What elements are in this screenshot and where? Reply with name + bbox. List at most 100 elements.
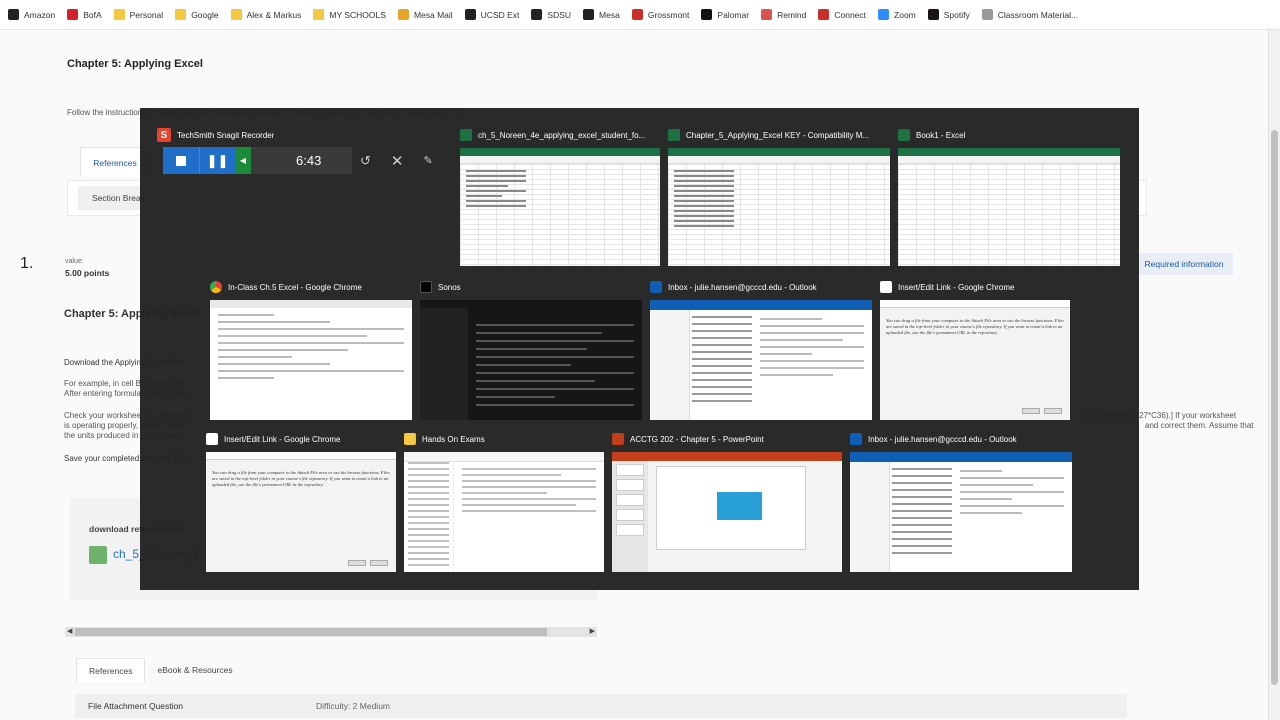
bookmark-label: UCSD Ext bbox=[480, 9, 520, 20]
page-icon bbox=[206, 433, 218, 445]
favicon-icon bbox=[761, 9, 773, 20]
bookmark-connect[interactable]: Connect bbox=[818, 9, 866, 20]
snagit-controls: ❚❚ ◀ 6:43 bbox=[163, 147, 352, 174]
window-excel-book1[interactable]: Book1 - Excel bbox=[898, 126, 1120, 268]
difficulty-label: Difficulty: 2 Medium bbox=[316, 701, 391, 711]
stop-button[interactable] bbox=[163, 147, 199, 174]
question-number: 1. bbox=[20, 255, 34, 272]
bookmark-sdsu[interactable]: SDSU bbox=[531, 9, 571, 20]
restart-icon[interactable]: ↺ bbox=[360, 153, 371, 169]
bookmark-classroom-material[interactable]: Classroom Material... bbox=[981, 9, 1079, 20]
outlook-icon bbox=[650, 281, 662, 293]
page-scrollbar[interactable] bbox=[1268, 30, 1280, 720]
thumbnail-insert-link-1: You can drag a file from your computer t… bbox=[880, 300, 1070, 420]
webcam-icon: ◀ bbox=[239, 156, 247, 165]
value-label: value: bbox=[65, 258, 84, 265]
bookmark-mesa-mail[interactable]: Mesa Mail bbox=[397, 9, 453, 20]
bookmark-label: Amazon bbox=[24, 9, 56, 20]
favicon-icon bbox=[464, 9, 476, 20]
bookmark-spotify[interactable]: Spotify bbox=[927, 9, 970, 20]
excel-file-icon bbox=[89, 546, 107, 564]
powerpoint-icon bbox=[612, 433, 624, 445]
thumbnail-explorer bbox=[404, 452, 604, 572]
bookmark-label: Google bbox=[191, 9, 219, 20]
bookmark-label: Mesa bbox=[599, 9, 620, 20]
scroll-thumb[interactable] bbox=[75, 628, 547, 636]
tab-references[interactable]: References bbox=[76, 658, 146, 682]
stop-icon bbox=[176, 155, 186, 166]
thumbnail-excel-student bbox=[460, 148, 660, 266]
window-excel-key[interactable]: Chapter_5_Applying_Excel KEY - Compatibi… bbox=[668, 126, 890, 268]
thumbnail-outlook-1 bbox=[650, 300, 872, 420]
excel-icon bbox=[668, 129, 680, 141]
window-chrome-insert-link-2[interactable]: Insert/Edit Link - Google Chrome You can… bbox=[206, 430, 396, 572]
tab-ebook-resources[interactable]: eBook & Resources bbox=[145, 658, 244, 682]
snagit-tools: ↺ ✕ ✎ bbox=[360, 147, 433, 174]
favicon-icon bbox=[531, 9, 543, 20]
favicon-icon bbox=[631, 9, 643, 20]
excel-icon bbox=[460, 129, 472, 141]
required-info-button[interactable]: Required information bbox=[1135, 253, 1233, 275]
thumbnail-outlook-2 bbox=[850, 452, 1072, 572]
bookmark-zoom[interactable]: Zoom bbox=[878, 9, 916, 20]
thumbnail-chrome-inclass bbox=[210, 300, 412, 420]
excel-icon bbox=[898, 129, 910, 141]
window-outlook-1[interactable]: Inbox - julie.hansen@gcccd.edu - Outlook bbox=[650, 278, 872, 420]
bookmark-personal[interactable]: Personal bbox=[113, 9, 164, 20]
edit-icon[interactable]: ✎ bbox=[423, 154, 432, 167]
webcam-button[interactable]: ◀ bbox=[235, 147, 251, 174]
folder-icon bbox=[404, 433, 416, 445]
units-text-right: and correct them. Assume that bbox=[1145, 421, 1254, 430]
thumbnail-sonos bbox=[420, 300, 642, 420]
folder-icon bbox=[230, 9, 242, 20]
bookmark-grossmont[interactable]: Grossmont bbox=[631, 9, 689, 20]
window-excel-student[interactable]: ch_5_Noreen_4e_applying_excel_student_fo… bbox=[460, 126, 660, 268]
bookmark-bofa[interactable]: BofA bbox=[67, 9, 102, 20]
chrome-icon bbox=[210, 281, 222, 293]
window-switcher: S TechSmith Snagit Recorder ❚❚ ◀ 6:43 ↺ … bbox=[140, 108, 1139, 590]
bookmark-remind[interactable]: Remind bbox=[761, 9, 806, 20]
bookmark-label: BofA bbox=[83, 9, 102, 20]
thumbnail-excel-key bbox=[668, 148, 890, 266]
favicon-icon bbox=[927, 9, 939, 20]
favicon-icon bbox=[701, 9, 713, 20]
window-sonos[interactable]: Sonos bbox=[420, 278, 642, 420]
bookmark-label: Personal bbox=[129, 9, 164, 20]
favicon-icon bbox=[583, 9, 595, 20]
window-hands-on-exams[interactable]: Hands On Exams bbox=[404, 430, 604, 572]
bookmark-mesa[interactable]: Mesa bbox=[583, 9, 620, 20]
pause-icon: ❚❚ bbox=[206, 152, 229, 168]
bookmark-my-schools[interactable]: MY SCHOOLS bbox=[313, 9, 386, 20]
bookmark-label: SDSU bbox=[547, 9, 572, 20]
page-scroll-thumb[interactable] bbox=[1271, 130, 1278, 685]
bookmark-label: Connect bbox=[834, 9, 867, 20]
bookmark-palomar[interactable]: Palomar bbox=[701, 9, 749, 20]
scroll-right-icon[interactable]: ▶ bbox=[590, 627, 595, 635]
pause-button[interactable]: ❚❚ bbox=[199, 147, 235, 174]
bookmark-google[interactable]: Google bbox=[175, 9, 219, 20]
favicon-icon bbox=[818, 9, 830, 20]
window-powerpoint[interactable]: ACCTG 202 - Chapter 5 - PowerPoint bbox=[612, 430, 842, 572]
bookmark-ucsd-ext[interactable]: UCSD Ext bbox=[464, 9, 520, 20]
recording-timer: 6:43 bbox=[296, 153, 322, 168]
sonos-icon bbox=[420, 281, 432, 293]
favicon-icon bbox=[397, 9, 409, 20]
window-chrome-insert-link-1[interactable]: Insert/Edit Link - Google Chrome You can… bbox=[880, 278, 1070, 420]
favicon-icon bbox=[67, 9, 79, 20]
folder-icon bbox=[113, 9, 125, 20]
snagit-icon: S bbox=[157, 128, 171, 142]
bottom-tabs: References eBook & Resources bbox=[76, 658, 245, 682]
window-chrome-inclass[interactable]: In-Class Ch.5 Excel - Google Chrome bbox=[210, 278, 412, 420]
scroll-left-icon[interactable]: ◀ bbox=[67, 627, 72, 635]
bookmark-amazon[interactable]: Amazon bbox=[8, 9, 55, 20]
bookmark-label: Zoom bbox=[894, 9, 916, 20]
window-outlook-2[interactable]: Inbox - julie.hansen@gcccd.edu - Outlook bbox=[850, 430, 1072, 572]
horizontal-scrollbar[interactable]: ◀ ▶ bbox=[65, 627, 597, 637]
outlook-icon bbox=[850, 433, 862, 445]
bookmark-label: Classroom Material... bbox=[997, 9, 1079, 20]
close-icon[interactable]: ✕ bbox=[391, 152, 404, 170]
bookmark-alex-markus[interactable]: Alex & Markus bbox=[230, 9, 301, 20]
folder-icon bbox=[313, 9, 325, 20]
bookmark-label: MY SCHOOLS bbox=[329, 9, 386, 20]
points-value: 5.00 points bbox=[65, 268, 110, 278]
